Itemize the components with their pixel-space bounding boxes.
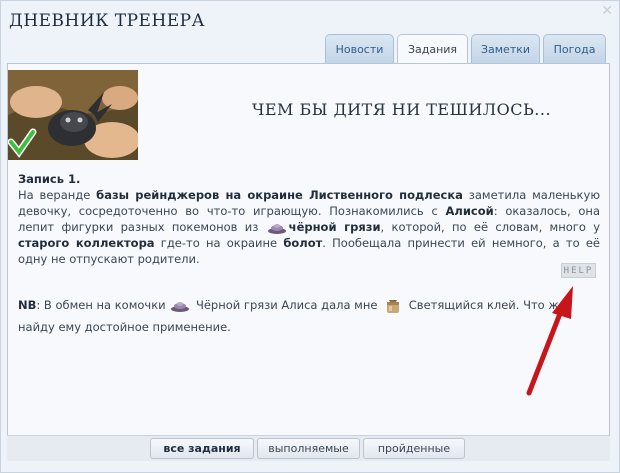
- tab-weather[interactable]: Погода: [543, 34, 606, 63]
- nb-note: NB: В обмен на комочки Чёрной грязи Алис…: [18, 294, 600, 338]
- tab-bar: Новости Задания Заметки Погода: [325, 34, 606, 64]
- entry-text-part: На веранде: [18, 188, 97, 202]
- location-old-collector: старого коллектора: [18, 236, 155, 250]
- tab-news[interactable]: Новости: [325, 34, 394, 63]
- character-alice: Алисой: [445, 204, 494, 218]
- tab-tasks[interactable]: Задания: [397, 34, 468, 64]
- close-icon[interactable]: ✕: [601, 3, 613, 19]
- task-heading: ЧЕМ БЫ ДИТЯ НИ ТЕШИЛОСЬ...: [252, 100, 552, 119]
- nb-text-part: Чёрной грязи Алиса дала мне: [192, 298, 382, 312]
- location-ranger-base: базы рейнджеров на окраине Лиственного п…: [96, 188, 463, 202]
- entry-text-part: где-то на окраине: [154, 236, 284, 250]
- item-black-mud: чёрной грязи: [288, 220, 381, 234]
- task-illustration: [8, 70, 138, 160]
- entry-text: Запись 1. На веранде базы рейнджеров на …: [18, 171, 600, 267]
- location-swamps: болот: [283, 236, 323, 250]
- nb-label: NB: [18, 298, 37, 312]
- task-picture: [8, 70, 138, 160]
- filter-completed-button[interactable]: пройденные: [363, 438, 465, 459]
- nb-text-part: : В обмен на комочки: [36, 298, 170, 312]
- filter-all-tasks-button[interactable]: все задания: [150, 438, 254, 459]
- trainer-diary-window: ДНЕВНИК ТРЕНЕРА ✕ Новости Задания Заметк…: [0, 0, 620, 473]
- entry-title: Запись 1.: [18, 172, 81, 186]
- tab-notes[interactable]: Заметки: [471, 34, 540, 63]
- tasks-panel: ЧЕМ БЫ ДИТЯ НИ ТЕШИЛОСЬ... Запись 1. На …: [7, 63, 610, 461]
- entry-text-part: , которой, по её словам, много у: [380, 220, 600, 234]
- help-button[interactable]: HELP: [561, 263, 596, 278]
- filter-in-progress-button[interactable]: выполняемые: [257, 438, 360, 459]
- window-title: ДНЕВНИК ТРЕНЕРА: [9, 11, 205, 31]
- mud-icon: [171, 301, 190, 312]
- jar-icon: [387, 299, 400, 313]
- mud-icon: [267, 223, 286, 234]
